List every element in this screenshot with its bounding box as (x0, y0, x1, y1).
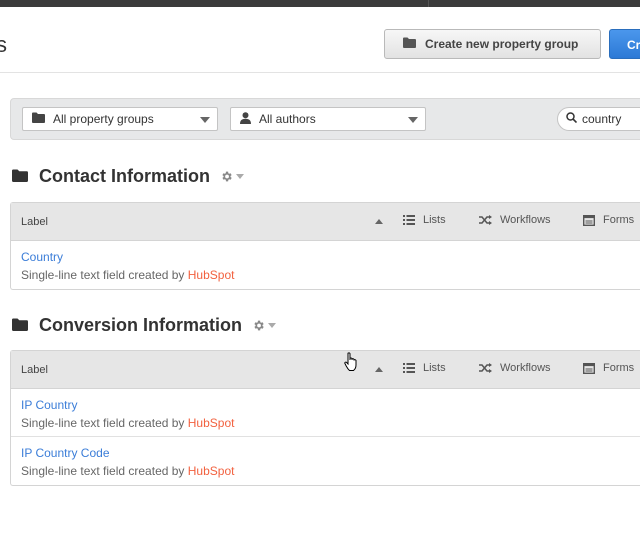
column-workflows-header: Workflows (479, 362, 551, 374)
property-name-link[interactable]: IP Country (21, 398, 640, 412)
page-header: s Create new property group Cr (0, 7, 640, 73)
table-header: Label Lists Workflows Forms (11, 203, 640, 241)
section-title-contact-information: Contact Information (12, 166, 244, 187)
create-property-button[interactable]: Cr (609, 29, 640, 59)
chevron-down-icon (268, 323, 277, 328)
property-description-text: Single-line text field created by (21, 464, 188, 478)
column-label-header[interactable]: Label (21, 364, 48, 376)
property-name-link[interactable]: Country (21, 250, 640, 264)
property-description-text: Single-line text field created by (21, 416, 188, 430)
property-author: HubSpot (187, 416, 235, 430)
folder-icon (12, 315, 28, 336)
hand-cursor-icon (344, 352, 360, 377)
column-lists-label: Lists (423, 362, 446, 374)
create-property-label: Cr (627, 38, 640, 52)
sort-ascending-icon[interactable] (375, 219, 383, 224)
authors-select[interactable]: All authors (230, 107, 426, 131)
lists-icon (403, 215, 415, 225)
authors-select-label: All authors (259, 112, 316, 126)
folder-icon (403, 37, 416, 51)
search-input[interactable] (582, 112, 640, 126)
column-forms-header: Forms (583, 362, 634, 374)
property-description: Single-line text field created by HubSpo… (21, 464, 234, 478)
page-title: s (0, 32, 7, 57)
strip-divider (428, 0, 429, 7)
column-workflows-header: Workflows (479, 214, 551, 226)
form-icon (583, 214, 595, 226)
property-description: Single-line text field created by HubSpo… (21, 268, 234, 282)
table-row: Country Single-line text field created b… (11, 241, 640, 289)
folder-icon (12, 166, 28, 187)
form-icon (583, 362, 595, 374)
section-title-text: Conversion Information (39, 315, 243, 335)
filter-bar: All property groups All authors (10, 98, 640, 140)
search-icon (566, 110, 578, 128)
gear-icon (254, 320, 264, 331)
search-box[interactable] (557, 107, 640, 131)
column-lists-label: Lists (423, 214, 446, 226)
table-row: IP Country Single-line text field create… (11, 389, 640, 437)
folder-icon (32, 112, 45, 126)
property-groups-select[interactable]: All property groups (22, 107, 218, 131)
property-groups-select-label: All property groups (53, 112, 154, 126)
section-title-text: Contact Information (39, 166, 210, 186)
column-lists-header: Lists (403, 362, 446, 374)
property-name-link[interactable]: IP Country Code (21, 446, 640, 460)
property-description: Single-line text field created by HubSpo… (21, 416, 234, 430)
column-forms-label: Forms (603, 214, 635, 226)
sort-ascending-icon[interactable] (375, 367, 383, 372)
shuffle-icon (479, 215, 492, 225)
lists-icon (403, 363, 415, 373)
column-workflows-label: Workflows (500, 214, 551, 226)
section-title-conversion-information: Conversion Information (12, 315, 277, 336)
create-property-group-button[interactable]: Create new property group (384, 29, 601, 59)
table-row: IP Country Code Single-line text field c… (11, 437, 640, 485)
column-label-header[interactable]: Label (21, 216, 48, 228)
properties-table-conversion-information: Label Lists Workflows Forms IP Country S… (10, 350, 640, 486)
create-property-group-label: Create new property group (425, 37, 579, 51)
properties-table-contact-information: Label Lists Workflows Forms Country Sing… (10, 202, 640, 290)
column-forms-label: Forms (603, 362, 635, 374)
section-settings-menu[interactable] (220, 170, 244, 183)
table-header: Label Lists Workflows Forms (11, 351, 640, 389)
section-settings-menu[interactable] (252, 319, 277, 332)
property-description-text: Single-line text field created by (21, 268, 188, 282)
column-lists-header: Lists (403, 214, 446, 226)
property-author: HubSpot (187, 464, 235, 478)
person-icon (240, 111, 251, 127)
gear-icon (222, 171, 232, 182)
chevron-down-icon (200, 117, 210, 123)
chevron-down-icon (408, 117, 418, 123)
property-author: HubSpot (187, 268, 235, 282)
chevron-down-icon (236, 174, 244, 179)
top-window-strip (0, 0, 640, 7)
column-workflows-label: Workflows (500, 362, 551, 374)
column-forms-header: Forms (583, 214, 634, 226)
shuffle-icon (479, 363, 492, 373)
